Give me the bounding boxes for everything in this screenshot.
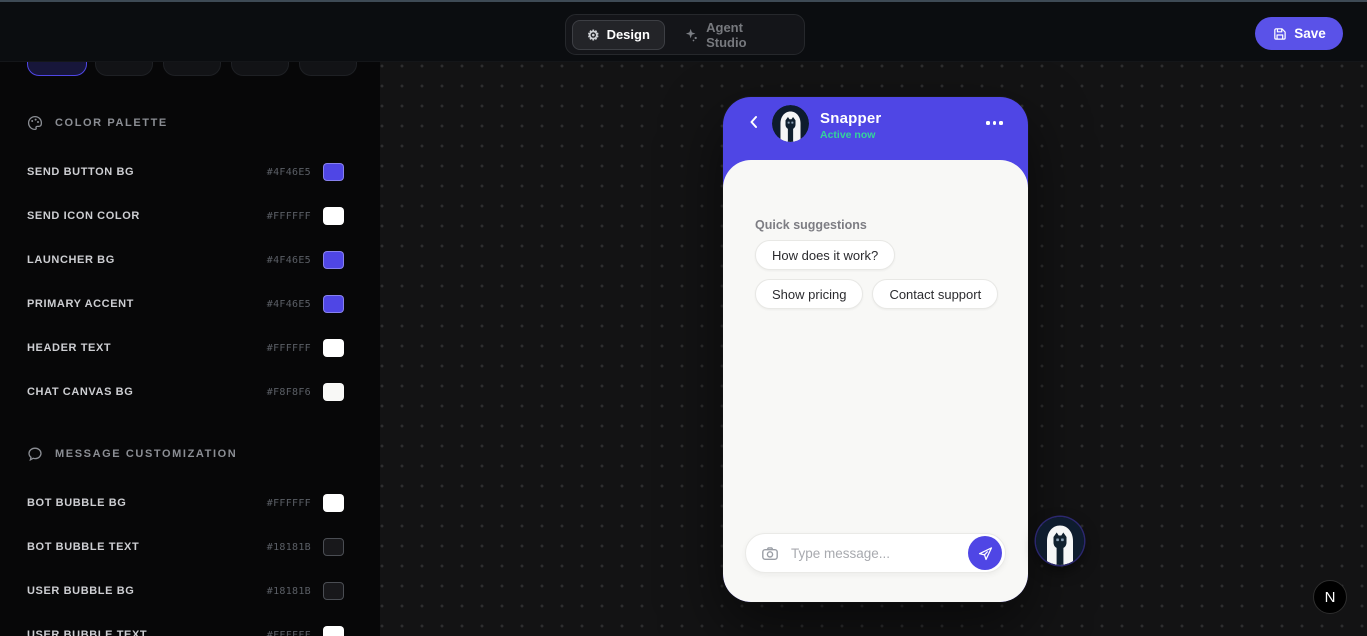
color-row-hex: #FFFFFF [266, 629, 311, 636]
tab-label: Agent Studio [706, 19, 747, 50]
chat-widget-preview: Quick suggestions How does it work? Show… [723, 97, 1028, 602]
color-row-bot-bubble-text: BOT BUBBLE TEXT #18181B [27, 537, 357, 557]
color-swatch[interactable] [323, 163, 344, 181]
camera-icon[interactable] [761, 544, 779, 563]
tab-design[interactable]: ⚙ Design [572, 19, 665, 50]
quick-suggestions-label: Quick suggestions [755, 218, 867, 232]
suggestion-chip[interactable]: Show pricing [755, 279, 864, 309]
quick-suggestions: How does it work? Show pricing Contact s… [755, 240, 1000, 309]
app-window: COLOR PALETTE SEND BUTTON BG #4F46E5 SEN… [0, 0, 1367, 636]
mode-switcher: ⚙ Design Agent Studio [565, 14, 805, 55]
gear-icon: ⚙ [587, 26, 600, 43]
section-color-palette: COLOR PALETTE [27, 115, 168, 131]
color-row-label: SEND BUTTON BG [27, 166, 135, 178]
snapper-mascot-avatar [1036, 517, 1084, 565]
window-top-edge [0, 0, 1367, 2]
color-row-send-button-bg: SEND BUTTON BG #4F46E5 [27, 162, 357, 182]
color-row-label: USER BUBBLE BG [27, 585, 135, 597]
color-row-primary-accent: PRIMARY ACCENT #4F46E5 [27, 294, 357, 314]
color-row-hex: #4F46E5 [266, 254, 311, 266]
color-swatch[interactable] [323, 207, 344, 225]
color-row-hex: #FFFFFF [266, 497, 311, 509]
color-row-label: BOT BUBBLE BG [27, 497, 127, 509]
send-plane-icon [978, 546, 992, 560]
chat-canvas: Quick suggestions How does it work? Show… [723, 160, 1028, 602]
color-row-label: USER BUBBLE TEXT [27, 629, 148, 636]
sparkles-icon [685, 28, 697, 41]
palette-icon [27, 115, 43, 131]
color-row-user-bubble-text: USER BUBBLE TEXT #FFFFFF [27, 625, 357, 636]
section-message-customization: MESSAGE CUSTOMIZATION [27, 446, 237, 462]
color-swatch[interactable] [323, 251, 344, 269]
save-label: Save [1294, 26, 1326, 41]
back-chevron-icon[interactable] [744, 110, 764, 136]
color-row-chat-canvas-bg: CHAT CANVAS BG #F8F8F6 [27, 382, 357, 402]
color-row-hex: #18181B [266, 541, 311, 553]
color-row-hex: #4F46E5 [266, 166, 311, 178]
bot-name: Snapper [820, 110, 882, 127]
suggestion-chip[interactable]: How does it work? [755, 240, 896, 270]
tab-agent-studio[interactable]: Agent Studio [669, 20, 798, 50]
message-input-bar [745, 533, 1006, 573]
chat-launcher[interactable] [1036, 517, 1084, 565]
snapper-mascot-avatar [772, 105, 809, 142]
color-row-label: SEND ICON COLOR [27, 210, 140, 222]
suggestion-chip[interactable]: Contact support [872, 279, 999, 309]
section-title: MESSAGE CUSTOMIZATION [55, 448, 238, 460]
more-ellipsis-icon[interactable] [986, 116, 1012, 130]
color-row-label: CHAT CANVAS BG [27, 386, 134, 398]
nextjs-dev-badge[interactable]: N [1313, 580, 1347, 614]
color-row-send-icon-color: SEND ICON COLOR #FFFFFF [27, 206, 357, 226]
message-input[interactable] [791, 545, 968, 561]
color-row-hex: #FFFFFF [266, 342, 311, 354]
chat-bubble-icon [28, 447, 42, 462]
settings-sidebar: COLOR PALETTE SEND BUTTON BG #4F46E5 SEN… [0, 0, 380, 636]
color-swatch[interactable] [323, 339, 344, 357]
send-button[interactable] [968, 536, 1002, 570]
color-row-label: LAUNCHER BG [27, 254, 115, 266]
color-swatch[interactable] [323, 295, 344, 313]
color-row-hex: #18181B [266, 585, 311, 597]
color-row-hex: #4F46E5 [266, 298, 311, 310]
chat-header [723, 97, 1028, 160]
color-row-label: BOT BUBBLE TEXT [27, 541, 140, 553]
color-row-hex: #F8F8F6 [266, 386, 311, 398]
color-row-launcher-bg: LAUNCHER BG #4F46E5 [27, 250, 357, 270]
badge-letter: N [1324, 588, 1336, 606]
color-row-header-text: HEADER TEXT #FFFFFF [27, 338, 357, 358]
section-title: COLOR PALETTE [55, 117, 168, 129]
color-swatch[interactable] [323, 626, 344, 636]
color-swatch[interactable] [323, 538, 344, 556]
color-swatch[interactable] [323, 582, 344, 600]
color-swatch[interactable] [323, 494, 344, 512]
color-row-hex: #FFFFFF [266, 210, 311, 222]
save-button[interactable]: Save [1255, 17, 1343, 50]
floppy-disk-icon [1274, 28, 1286, 40]
color-row-label: HEADER TEXT [27, 342, 112, 354]
bot-status: Active now [820, 129, 876, 141]
color-swatch[interactable] [323, 383, 344, 401]
color-row-user-bubble-bg: USER BUBBLE BG #18181B [27, 581, 357, 601]
top-bar: ⚙ Design Agent Studio Save [0, 0, 1367, 62]
color-row-label: PRIMARY ACCENT [27, 298, 134, 310]
color-row-bot-bubble-bg: BOT BUBBLE BG #FFFFFF [27, 493, 357, 513]
tab-label: Design [606, 27, 650, 42]
